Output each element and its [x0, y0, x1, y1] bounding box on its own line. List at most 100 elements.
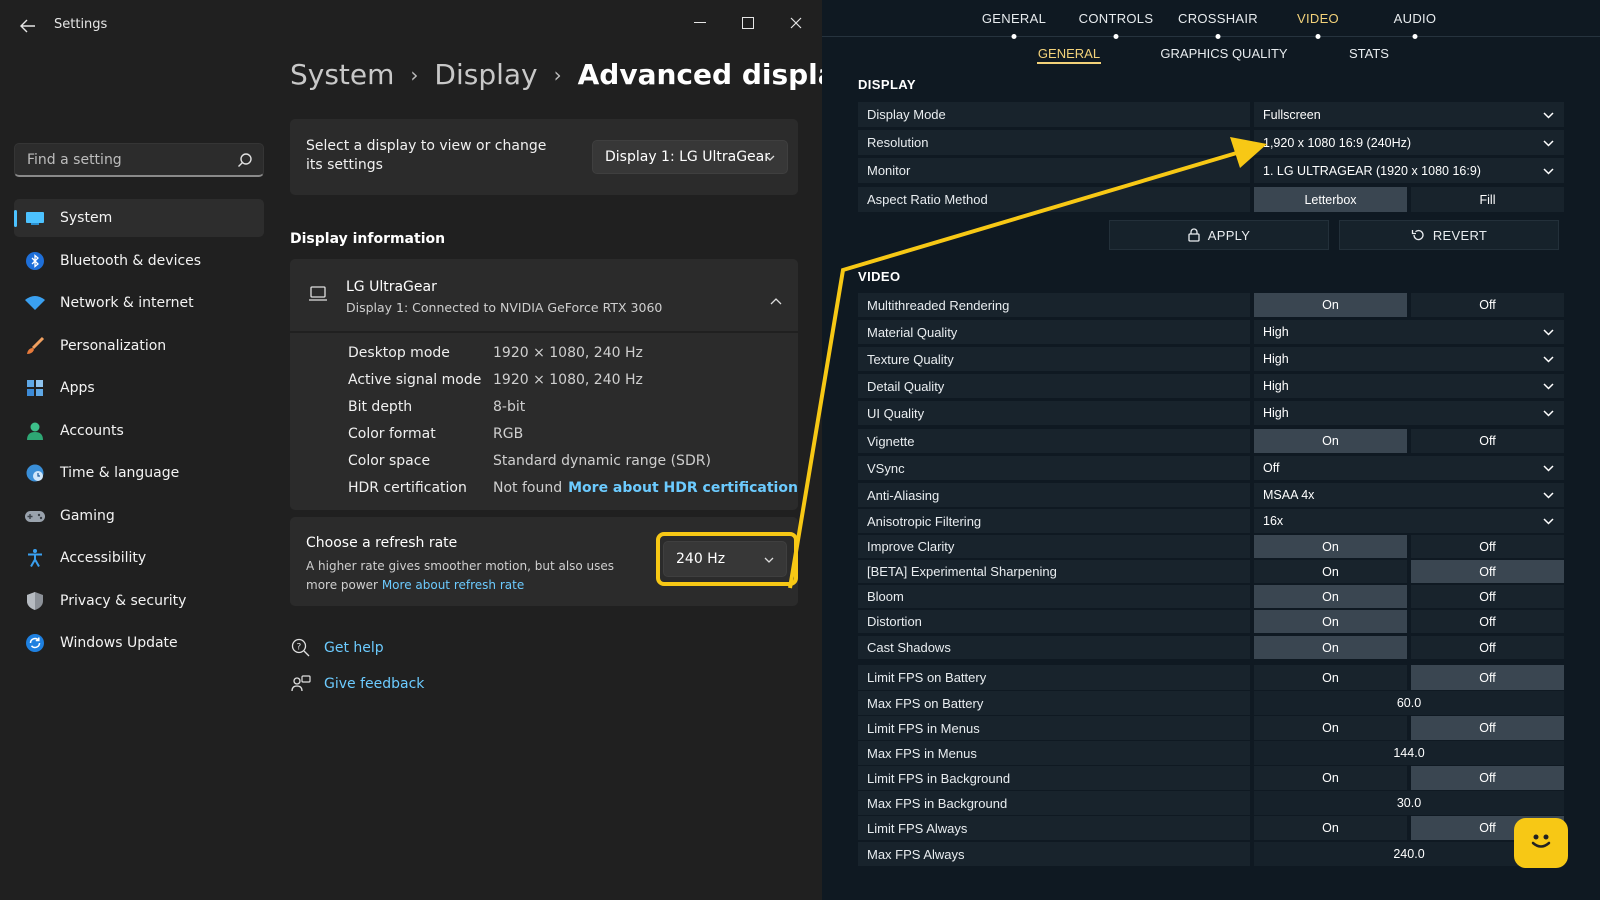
- hdr-certification-link[interactable]: More about HDR certification: [568, 480, 798, 496]
- toggle-off-button[interactable]: Off: [1411, 560, 1564, 583]
- toggle-on-button[interactable]: On: [1254, 610, 1407, 633]
- svg-text:?: ?: [297, 643, 302, 653]
- dropdown-value: 1,920 x 1080 16:9 (240Hz): [1263, 135, 1412, 150]
- sidebar-item-bluetooth[interactable]: Bluetooth & devices: [14, 242, 264, 280]
- toggle-on-button[interactable]: On: [1254, 429, 1407, 453]
- back-arrow-icon[interactable]: [17, 15, 39, 37]
- breadcrumb-display[interactable]: Display: [434, 58, 537, 91]
- toggle-on-button[interactable]: On: [1254, 816, 1407, 840]
- display-information-heading: Display information: [290, 231, 446, 247]
- toggle-off-button[interactable]: Off: [1411, 429, 1564, 453]
- apps-icon: [24, 377, 46, 399]
- revert-button[interactable]: REVERT: [1339, 220, 1559, 250]
- subtab-general[interactable]: GENERAL: [1038, 46, 1100, 61]
- display-select-dropdown[interactable]: Display 1: LG UltraGear: [592, 140, 788, 174]
- tab-controls[interactable]: CONTROLS: [1079, 11, 1154, 26]
- chat-support-button[interactable]: [1514, 818, 1568, 868]
- max-fps-in-background-value[interactable]: 30.0: [1254, 791, 1564, 815]
- accessibility-icon: [24, 547, 46, 569]
- monitor-header-card[interactable]: LG UltraGear Display 1: Connected to NVI…: [290, 259, 798, 331]
- minimize-icon[interactable]: [682, 8, 718, 38]
- anisotropic-filtering-dropdown[interactable]: 16x: [1254, 509, 1564, 533]
- sidebar-item-apps[interactable]: Apps: [14, 369, 264, 407]
- display-mode-dropdown[interactable]: Fullscreen: [1254, 102, 1564, 127]
- toggle-on-button[interactable]: On: [1254, 716, 1407, 740]
- toggle-off-button[interactable]: Off: [1411, 535, 1564, 558]
- info-value: 8-bit: [493, 399, 526, 415]
- subtab-stats[interactable]: STATS: [1349, 46, 1389, 61]
- sidebar-item-accessibility[interactable]: Accessibility: [14, 539, 264, 577]
- toggle-on-button[interactable]: On: [1254, 766, 1407, 790]
- toggle-on-button[interactable]: On: [1254, 293, 1407, 317]
- toggle-off-button[interactable]: Off: [1411, 716, 1564, 740]
- setting-label: Limit FPS Always: [858, 816, 1250, 840]
- detail-quality-dropdown[interactable]: High: [1254, 374, 1564, 398]
- sidebar-item-time-language[interactable]: Time & language: [14, 454, 264, 492]
- sidebar-item-accounts[interactable]: Accounts: [14, 412, 264, 450]
- toggle-on-button[interactable]: On: [1254, 535, 1407, 558]
- toggle-off-button[interactable]: Off: [1411, 766, 1564, 790]
- apply-button[interactable]: APPLY: [1109, 220, 1329, 250]
- toggle-off-button[interactable]: Off: [1411, 585, 1564, 608]
- refresh-rate-link[interactable]: More about refresh rate: [382, 578, 524, 592]
- tab-crosshair[interactable]: CROSSHAIR: [1178, 11, 1258, 26]
- sidebar-item-windows-update[interactable]: Windows Update: [14, 624, 264, 662]
- setting-row-bloom: Bloom On Off: [858, 585, 1564, 608]
- tab-audio[interactable]: AUDIO: [1394, 11, 1437, 26]
- setting-label: Resolution: [858, 130, 1250, 155]
- setting-label: Cast Shadows: [858, 636, 1250, 659]
- tab-video[interactable]: VIDEO: [1297, 11, 1339, 26]
- toggle-off-button[interactable]: Off: [1411, 665, 1564, 690]
- fill-option[interactable]: Fill: [1411, 187, 1564, 212]
- search-box[interactable]: [14, 143, 264, 177]
- ui-quality-dropdown[interactable]: High: [1254, 401, 1564, 425]
- sidebar-item-label: Time & language: [60, 465, 180, 481]
- setting-label: Bloom: [858, 585, 1250, 608]
- maximize-icon[interactable]: [730, 8, 766, 38]
- give-feedback-label: Give feedback: [324, 676, 425, 692]
- sidebar-item-system[interactable]: System: [14, 199, 264, 237]
- search-icon[interactable]: [237, 152, 253, 172]
- close-icon[interactable]: [778, 8, 814, 38]
- texture-quality-dropdown[interactable]: High: [1254, 347, 1564, 371]
- toggle-off-button[interactable]: Off: [1411, 293, 1564, 317]
- tab-general[interactable]: GENERAL: [982, 11, 1046, 26]
- setting-row-multithreaded-rendering: Multithreaded Rendering On Off: [858, 293, 1564, 317]
- sidebar-item-gaming[interactable]: Gaming: [14, 497, 264, 535]
- setting-label: Detail Quality: [858, 374, 1250, 398]
- toggle-on-button[interactable]: On: [1254, 636, 1407, 659]
- chevron-down-icon: [1543, 488, 1554, 502]
- breadcrumb-system[interactable]: System: [290, 58, 394, 91]
- video-section-heading: VIDEO: [858, 269, 901, 284]
- toggle-off-button[interactable]: Off: [1411, 610, 1564, 633]
- chevron-down-icon: [1543, 406, 1554, 420]
- material-quality-dropdown[interactable]: High: [1254, 320, 1564, 344]
- undo-icon: [1411, 228, 1425, 242]
- toggle-on-button[interactable]: On: [1254, 665, 1407, 690]
- chevron-up-icon[interactable]: [770, 290, 782, 309]
- search-input[interactable]: [27, 151, 232, 168]
- toggle-on-button[interactable]: On: [1254, 585, 1407, 608]
- max-fps-on-battery-value[interactable]: 60.0: [1254, 691, 1564, 715]
- give-feedback-link[interactable]: Give feedback: [290, 673, 424, 695]
- monitor-dropdown[interactable]: 1. LG ULTRAGEAR (1920 x 1080 16:9): [1254, 158, 1564, 183]
- sidebar-item-privacy[interactable]: Privacy & security: [14, 582, 264, 620]
- refresh-rate-title: Choose a refresh rate: [306, 535, 458, 551]
- vsync-dropdown[interactable]: Off: [1254, 456, 1564, 480]
- setting-row-texture-quality: Texture Quality High: [858, 347, 1564, 371]
- sidebar-item-network[interactable]: Network & internet: [14, 284, 264, 322]
- sidebar-item-label: Windows Update: [60, 635, 178, 651]
- anti-aliasing-dropdown[interactable]: MSAA 4x: [1254, 483, 1564, 507]
- sidebar-item-personalization[interactable]: Personalization: [14, 327, 264, 365]
- toggle-off-button[interactable]: Off: [1411, 636, 1564, 659]
- resolution-dropdown[interactable]: 1,920 x 1080 16:9 (240Hz): [1254, 130, 1564, 155]
- bluetooth-icon: [24, 250, 46, 272]
- get-help-link[interactable]: ? Get help: [290, 637, 384, 659]
- setting-label: Anti-Aliasing: [858, 483, 1250, 507]
- toggle-on-button[interactable]: On: [1254, 560, 1407, 583]
- apply-label: APPLY: [1207, 227, 1251, 243]
- letterbox-option[interactable]: Letterbox: [1254, 187, 1407, 212]
- setting-label: Max FPS in Menus: [858, 741, 1250, 765]
- subtab-graphics-quality[interactable]: GRAPHICS QUALITY: [1160, 46, 1287, 61]
- max-fps-in-menus-value[interactable]: 144.0: [1254, 741, 1564, 765]
